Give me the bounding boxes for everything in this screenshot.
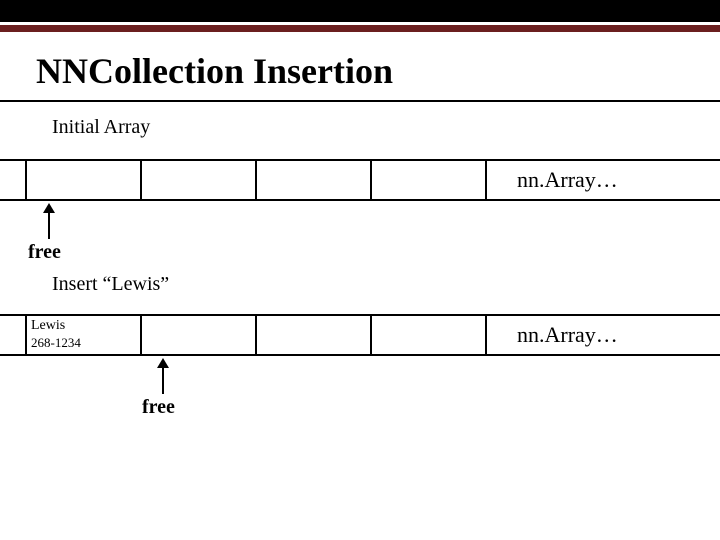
initial-array: nn.Array… free xyxy=(0,159,720,201)
array1-cell-2 xyxy=(257,161,372,199)
free-label-2: free xyxy=(142,396,175,419)
free-label-1: free xyxy=(28,241,61,264)
top-stripe-dark xyxy=(0,0,720,22)
array2-cell-2 xyxy=(257,316,372,354)
section2-caption: Insert “Lewis” xyxy=(52,273,720,296)
cell0-name: Lewis xyxy=(31,318,136,335)
array2-cell-1 xyxy=(142,316,257,354)
array2-cell-0: Lewis 268-1234 xyxy=(27,316,142,354)
section1-caption: Initial Array xyxy=(52,116,720,139)
inserted-array: Lewis 268-1234 nn.Array… free xyxy=(0,314,720,356)
array1-trail-label: nn.Array… xyxy=(517,167,618,193)
page-title: NNCollection Insertion xyxy=(36,50,720,92)
array1-cell-1 xyxy=(142,161,257,199)
free-arrow-shaft-2 xyxy=(162,366,164,394)
top-stripe-accent xyxy=(0,25,720,32)
cell0-num: 268-1234 xyxy=(31,335,136,351)
array1-cell-3 xyxy=(372,161,487,199)
array1-cell-0 xyxy=(27,161,142,199)
array2-trail-label: nn.Array… xyxy=(517,322,618,348)
free-arrow-shaft-1 xyxy=(48,211,50,239)
array2-cell-3 xyxy=(372,316,487,354)
title-underline xyxy=(0,100,720,102)
